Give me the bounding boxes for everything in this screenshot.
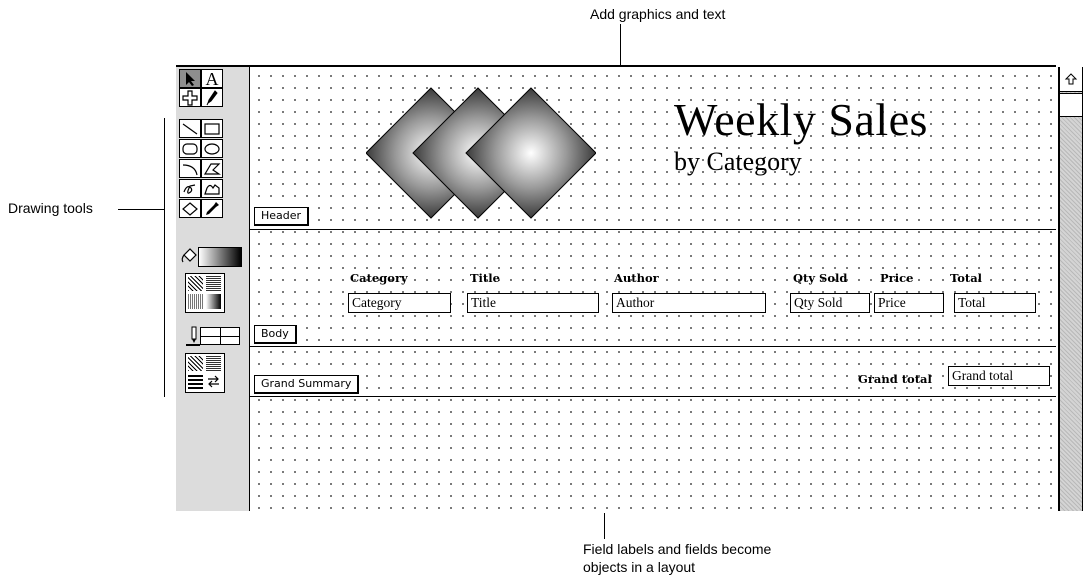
polygon-tool[interactable] bbox=[201, 159, 223, 178]
pointer-tool[interactable] bbox=[179, 69, 201, 88]
callout-field-labels: Field labels and fields become objects i… bbox=[583, 540, 771, 576]
pattern-swatch-4[interactable] bbox=[206, 294, 221, 309]
layout-title[interactable]: Weekly Sales bbox=[674, 93, 928, 146]
text-tool[interactable]: A bbox=[201, 69, 223, 88]
oval-tool[interactable] bbox=[201, 139, 223, 158]
field-total[interactable]: Total bbox=[954, 293, 1036, 313]
header-part-label[interactable]: Header bbox=[254, 207, 310, 226]
polygon-icon bbox=[203, 162, 221, 175]
paint-bucket-icon bbox=[181, 248, 197, 263]
arrow-up-icon bbox=[1064, 73, 1078, 85]
scroll-thumb[interactable] bbox=[1060, 93, 1082, 117]
callout-add-graphics: Add graphics and text bbox=[590, 6, 726, 22]
freehand-tool[interactable] bbox=[179, 179, 201, 198]
callout-bracket-vertical bbox=[164, 118, 165, 397]
pointer-icon bbox=[186, 71, 195, 86]
line-icon bbox=[182, 123, 198, 134]
field-label-category[interactable]: Category bbox=[350, 271, 408, 285]
layout-subtitle[interactable]: by Category bbox=[674, 147, 802, 177]
vertical-scrollbar[interactable] bbox=[1058, 67, 1083, 511]
line-width-swatch[interactable] bbox=[200, 327, 240, 345]
header-part-line[interactable] bbox=[250, 229, 1056, 230]
rectangle-icon bbox=[204, 122, 220, 135]
fill-color-swatch[interactable] bbox=[198, 247, 242, 267]
line-tool[interactable] bbox=[179, 119, 201, 138]
pen-pattern-swatch-1[interactable] bbox=[188, 356, 203, 371]
field-price[interactable]: Price bbox=[874, 293, 944, 313]
rounded-rectangle-icon bbox=[182, 142, 198, 155]
bezier-tool[interactable] bbox=[201, 179, 223, 198]
callout-line-left-horizontal bbox=[118, 209, 164, 210]
field-grand-total[interactable]: Grand total bbox=[948, 366, 1050, 386]
callout-field-labels-line2: objects in a layout bbox=[583, 559, 696, 575]
pattern-swatch-1[interactable] bbox=[188, 276, 203, 291]
callout-drawing-tools: Drawing tools bbox=[8, 200, 93, 216]
field-label-price[interactable]: Price bbox=[880, 271, 913, 285]
fill-pattern-grid bbox=[185, 273, 225, 313]
diamond-tool[interactable] bbox=[179, 199, 201, 218]
swap-arrows-icon[interactable] bbox=[206, 374, 221, 389]
bezier-icon bbox=[204, 183, 220, 195]
button-tool-icon bbox=[206, 89, 218, 105]
oval-icon bbox=[204, 142, 220, 155]
field-tool[interactable] bbox=[179, 88, 201, 107]
freehand-icon bbox=[183, 183, 196, 194]
body-part-label[interactable]: Body bbox=[254, 325, 297, 344]
grand-summary-part-label[interactable]: Grand Summary bbox=[254, 375, 360, 394]
tool-palette: A bbox=[176, 67, 250, 511]
layout-canvas[interactable]: Weekly Sales by Category bbox=[250, 67, 1056, 511]
field-label-total[interactable]: Total bbox=[950, 271, 982, 285]
pen-pattern-swatch-2[interactable] bbox=[206, 356, 221, 371]
summary-part-line[interactable] bbox=[250, 396, 1056, 397]
field-label-grand-total[interactable]: Grand total bbox=[858, 372, 932, 386]
arc-tool[interactable] bbox=[179, 159, 201, 178]
eyedropper-icon bbox=[206, 201, 219, 215]
rounded-rectangle-tool[interactable] bbox=[179, 139, 201, 158]
diamond-graphics[interactable] bbox=[366, 85, 596, 225]
field-author[interactable]: Author bbox=[612, 293, 766, 313]
rectangle-tool[interactable] bbox=[201, 119, 223, 138]
pen-icon bbox=[186, 326, 200, 346]
field-label-title[interactable]: Title bbox=[470, 271, 500, 285]
field-qty-sold[interactable]: Qty Sold bbox=[790, 293, 870, 313]
scroll-up-arrow[interactable] bbox=[1060, 67, 1082, 92]
field-category[interactable]: Category bbox=[348, 293, 451, 313]
arc-icon bbox=[182, 163, 198, 175]
eyedropper-tool[interactable] bbox=[201, 199, 223, 218]
callout-field-labels-line1: Field labels and fields become bbox=[583, 541, 772, 557]
field-tool-icon bbox=[182, 89, 198, 106]
diamond-icon bbox=[182, 201, 198, 216]
field-label-qty-sold[interactable]: Qty Sold bbox=[793, 271, 847, 285]
button-tool[interactable] bbox=[201, 88, 223, 107]
field-title[interactable]: Title bbox=[467, 293, 599, 313]
pen-pattern-grid bbox=[185, 353, 225, 393]
text-tool-icon: A bbox=[205, 68, 219, 89]
pattern-swatch-3[interactable] bbox=[188, 294, 203, 309]
body-part-line[interactable] bbox=[250, 346, 1056, 347]
field-label-author[interactable]: Author bbox=[614, 271, 659, 285]
line-style-icon[interactable] bbox=[188, 374, 203, 389]
pattern-swatch-2[interactable] bbox=[206, 276, 221, 291]
